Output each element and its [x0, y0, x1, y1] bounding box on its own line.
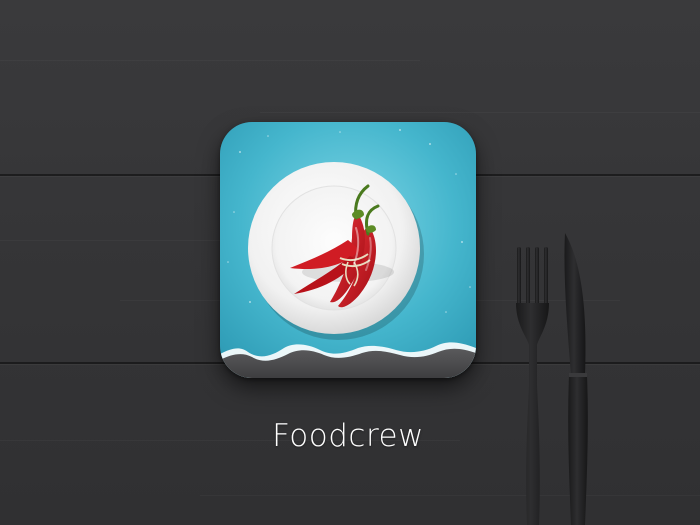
wood-grain — [0, 60, 420, 61]
app-name-label: Foodcrew — [272, 418, 424, 454]
wood-grain — [260, 112, 700, 113]
cutlery — [516, 233, 588, 525]
app-icon-artwork — [220, 122, 476, 378]
plate-well — [271, 185, 397, 311]
knife-icon — [564, 233, 588, 525]
wood-grain — [200, 495, 700, 496]
app-icon[interactable] — [220, 122, 476, 378]
fork-icon — [516, 247, 549, 525]
